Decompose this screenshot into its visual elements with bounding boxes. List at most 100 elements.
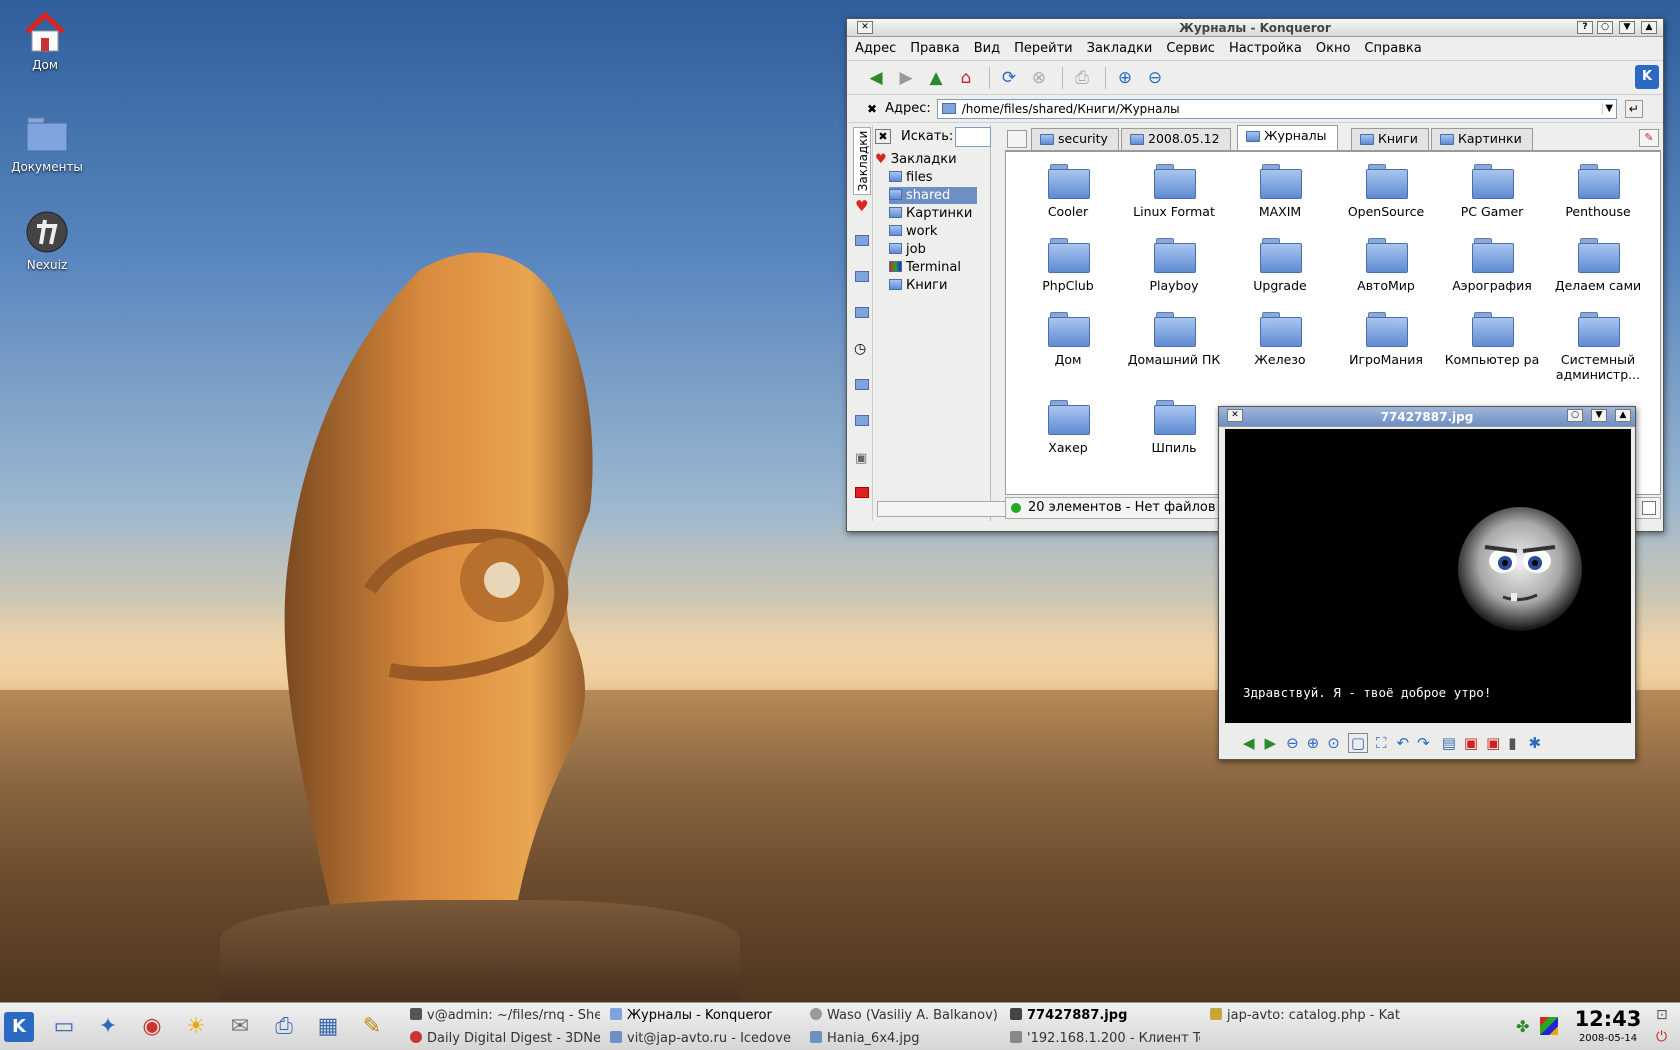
sidebar-hscroll[interactable] bbox=[877, 501, 1019, 517]
folder-item[interactable]: Cooler bbox=[1018, 164, 1118, 219]
close-tab-icon[interactable]: ✎ bbox=[1639, 129, 1659, 147]
folder-item[interactable]: Компьютер ра bbox=[1442, 312, 1542, 367]
link-checkbox[interactable] bbox=[1642, 501, 1656, 515]
sticky-icon[interactable]: ○ bbox=[1567, 409, 1583, 422]
tree-item-terminal[interactable]: Terminal bbox=[889, 259, 961, 276]
sidebar-folder-icon[interactable] bbox=[855, 235, 869, 246]
task-remote-client[interactable]: '192.168.1.200 - Клиент Te bbox=[1010, 1028, 1200, 1049]
folder-item[interactable]: Шпиль bbox=[1124, 400, 1224, 455]
clock[interactable]: 12:43 2008-05-14 bbox=[1570, 1005, 1646, 1045]
tree-item-job[interactable]: job bbox=[889, 241, 926, 258]
folder-item[interactable]: ИгроМания bbox=[1336, 312, 1436, 367]
tree-item-pictures[interactable]: Картинки bbox=[889, 205, 972, 222]
folder-item[interactable]: Делаем сами bbox=[1548, 238, 1648, 293]
task-shell[interactable]: v@admin: ~/files/rnq - Shell bbox=[410, 1005, 600, 1026]
folder-item[interactable]: Железо bbox=[1230, 312, 1330, 367]
folder-item[interactable]: Дом bbox=[1018, 312, 1118, 367]
sidebar-folder-icon[interactable] bbox=[855, 271, 869, 282]
folder-item[interactable]: PhpClub bbox=[1018, 238, 1118, 293]
next-image-icon[interactable]: ▶ bbox=[1265, 734, 1277, 752]
chevron-down-icon[interactable]: ▼ bbox=[1601, 103, 1616, 114]
document-viewer-icon[interactable]: ▦ bbox=[312, 1012, 344, 1042]
rotate-right-icon[interactable]: ↷ bbox=[1417, 734, 1430, 752]
go-icon[interactable]: ↵ bbox=[1624, 99, 1643, 118]
forward-icon[interactable]: ▶ bbox=[893, 65, 919, 91]
tree-root-bookmarks[interactable]: ♥ Закладки bbox=[875, 151, 957, 168]
open-file-icon[interactable]: ▤ bbox=[1442, 734, 1456, 752]
up-icon[interactable]: ▲ bbox=[923, 65, 949, 91]
tab-2008-05-12[interactable]: 2008.05.12 bbox=[1121, 128, 1231, 150]
sidebar-folder-icon[interactable] bbox=[855, 415, 869, 426]
search-input[interactable] bbox=[955, 127, 991, 147]
minimize-icon[interactable]: ▼ bbox=[1591, 409, 1607, 422]
folder-item[interactable]: Домашний ПК bbox=[1124, 312, 1224, 367]
minimize-icon[interactable]: ▼ bbox=[1619, 21, 1635, 34]
tree-item-files[interactable]: files bbox=[889, 169, 933, 186]
zoom-fit-icon[interactable]: ⊙ bbox=[1327, 734, 1340, 752]
zoom-out-icon[interactable]: ⊖ bbox=[1286, 734, 1299, 752]
konqueror-titlebar[interactable]: ✕ Журналы - Konqueror ? ○ ▼ ▲ bbox=[847, 19, 1663, 37]
folder-item[interactable]: OpenSource bbox=[1336, 164, 1436, 219]
delete-icon[interactable]: ▮ bbox=[1508, 734, 1516, 752]
tab-security[interactable]: security bbox=[1031, 128, 1119, 150]
clear-location-icon[interactable]: ✖ bbox=[867, 102, 877, 116]
back-icon[interactable]: ◀ bbox=[863, 65, 889, 91]
menu-tools[interactable]: Сервис bbox=[1166, 41, 1215, 56]
folder-item[interactable]: PC Gamer bbox=[1442, 164, 1542, 219]
task-kate[interactable]: jap-avto: catalog.php - Kate bbox=[1210, 1005, 1400, 1026]
tray-keyboard-icon[interactable] bbox=[1540, 1017, 1558, 1035]
sidebar-folder-icon[interactable] bbox=[855, 307, 869, 318]
home-folder-icon[interactable]: ▭ bbox=[48, 1012, 80, 1042]
services-icon[interactable]: ▣ bbox=[855, 451, 867, 466]
tree-item-books[interactable]: Книги bbox=[889, 277, 947, 294]
close-icon[interactable]: ✕ bbox=[857, 21, 873, 34]
desktop-icon-nexuiz[interactable]: Nexuiz bbox=[2, 210, 92, 272]
sidebar-tab-bookmarks[interactable]: Закладки bbox=[853, 127, 871, 195]
menu-help[interactable]: Справка bbox=[1364, 41, 1421, 56]
zoom-in-icon[interactable]: ⊕ bbox=[1112, 65, 1138, 91]
task-konqueror[interactable]: Журналы - Konqueror bbox=[610, 1005, 800, 1026]
previous-image-icon[interactable]: ◀ bbox=[1243, 734, 1255, 752]
folder-item[interactable]: Системный администр... bbox=[1548, 312, 1648, 382]
trash-red-icon[interactable] bbox=[855, 487, 869, 498]
folder-item[interactable]: MAXIM bbox=[1230, 164, 1330, 219]
tree-item-work[interactable]: work bbox=[889, 223, 937, 240]
tab-pictures[interactable]: Картинки bbox=[1431, 128, 1533, 150]
folder-item[interactable]: Upgrade bbox=[1230, 238, 1330, 293]
folder-item[interactable]: Хакер bbox=[1018, 400, 1118, 455]
browser-icon[interactable]: ◉ bbox=[136, 1012, 168, 1042]
mail-icon[interactable]: ✉ bbox=[224, 1012, 256, 1042]
maximize-icon[interactable]: ▲ bbox=[1641, 21, 1657, 34]
menu-address[interactable]: Адрес bbox=[855, 41, 896, 56]
fullscreen-icon[interactable]: ⛶ bbox=[1376, 734, 1387, 752]
network-icon[interactable]: ✦ bbox=[92, 1012, 124, 1042]
tree-item-shared[interactable]: shared bbox=[889, 187, 977, 204]
image-canvas[interactable]: Здравствуй. Я - твоё доброе утро! bbox=[1225, 429, 1631, 723]
reload-icon[interactable]: ⟳ bbox=[996, 65, 1022, 91]
zoom-in-icon[interactable]: ⊕ bbox=[1307, 734, 1320, 752]
task-icedove[interactable]: vit@jap-avto.ru - Icedove bbox=[610, 1028, 800, 1049]
folder-item[interactable]: Linux Format bbox=[1124, 164, 1224, 219]
task-3dnews[interactable]: Daily Digital Digest - 3DNews bbox=[410, 1028, 600, 1049]
kde-menu-icon[interactable]: K bbox=[4, 1012, 34, 1042]
task-image-viewer[interactable]: 77427887.jpg bbox=[1010, 1005, 1200, 1026]
home-icon[interactable]: ⌂ bbox=[953, 65, 979, 91]
settings-icon[interactable]: ✱ bbox=[1529, 734, 1542, 752]
actual-size-icon[interactable]: ▢ bbox=[1347, 733, 1369, 753]
logout-icon[interactable]: ⏻ bbox=[1656, 1029, 1667, 1045]
folder-item[interactable]: Playboy bbox=[1124, 238, 1224, 293]
task-hania[interactable]: Hania_6x4.jpg bbox=[810, 1028, 1000, 1049]
address-input[interactable]: /home/files/shared/Книги/Журналы ▼ bbox=[936, 98, 1617, 119]
save-icon[interactable]: ▣ bbox=[1464, 734, 1478, 752]
desktop-icon-home[interactable]: Дом bbox=[0, 10, 90, 72]
printer-icon[interactable]: ⎙ bbox=[268, 1012, 300, 1042]
stop-icon[interactable]: ⊗ bbox=[1026, 65, 1052, 91]
tab-books[interactable]: Книги bbox=[1351, 128, 1429, 150]
menu-edit[interactable]: Правка bbox=[910, 41, 959, 56]
viewer-titlebar[interactable]: ✕ 77427887.jpg ○ ▼ ▲ bbox=[1219, 407, 1635, 427]
menu-settings[interactable]: Настройка bbox=[1229, 41, 1302, 56]
text-editor-icon[interactable]: ✎ bbox=[356, 1012, 388, 1042]
menu-go[interactable]: Перейти bbox=[1014, 41, 1073, 56]
close-sidebar-icon[interactable]: ✖ bbox=[875, 129, 891, 144]
sidebar-folder-icon[interactable] bbox=[855, 379, 869, 390]
